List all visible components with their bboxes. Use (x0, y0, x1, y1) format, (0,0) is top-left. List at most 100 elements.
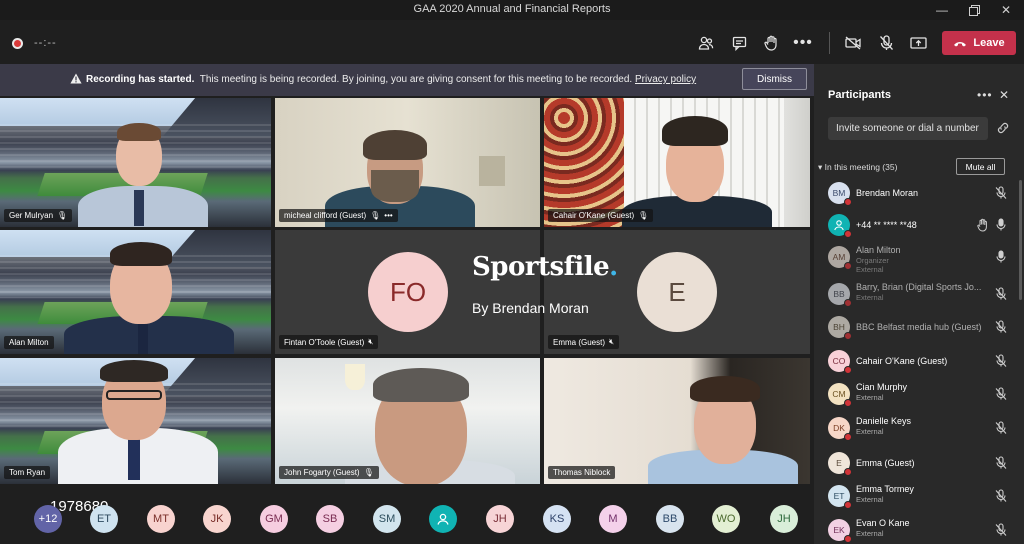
status-badge (844, 399, 852, 407)
participant-row[interactable]: CO Cahair O'Kane (Guest) (814, 350, 1020, 380)
leave-button[interactable]: Leave (942, 31, 1016, 55)
mic-off-icon: 🔇︎ (368, 337, 374, 346)
participant-avatar[interactable]: JH (770, 505, 798, 533)
participant-avatar[interactable]: SM (373, 505, 401, 533)
more-actions-icon[interactable]: ••• (792, 32, 814, 54)
participant-name: Cahair O'Kane (Guest) (856, 356, 948, 366)
tile-name: Emma (Guest) (553, 337, 606, 347)
avatar (828, 214, 852, 238)
status-badge (844, 230, 852, 238)
participant-avatar[interactable] (429, 505, 457, 533)
mute-all-button[interactable]: Mute all (956, 158, 1005, 175)
mic-off-icon[interactable] (994, 489, 1008, 503)
chat-icon[interactable] (728, 32, 750, 54)
participant-row[interactable]: ET Emma Tormey External (814, 484, 1020, 515)
video-tile[interactable]: Cahair O'Kane (Guest) 🎙︎ (544, 98, 810, 227)
participant-row[interactable]: BM Brendan Moran (814, 182, 1020, 212)
mic-off-icon[interactable] (994, 186, 1008, 200)
mic-off-icon[interactable] (994, 523, 1008, 537)
participant-avatar[interactable]: WO (712, 505, 740, 533)
participant-name: Brendan Moran (856, 188, 919, 198)
participant-row[interactable]: BH BBC Belfast media hub (Guest) (814, 316, 1020, 346)
mic-off-icon[interactable] (994, 320, 1008, 334)
minimize-icon[interactable]: — (926, 0, 958, 20)
tile-name: Fintan O'Toole (Guest) (284, 337, 365, 347)
mic-icon[interactable] (994, 218, 1008, 232)
avatar-initials: EK (833, 525, 845, 535)
participant-name: Evan O Kane (856, 518, 910, 528)
status-badge (844, 468, 852, 476)
status-badge (844, 332, 852, 340)
toolbar-divider (829, 32, 830, 54)
participant-avatar[interactable]: GM (260, 505, 288, 533)
participant-row[interactable]: DK Danielle Keys External (814, 416, 1020, 447)
avatar: DK (828, 417, 852, 441)
participant-row[interactable]: CM Cian Murphy External (814, 382, 1020, 413)
close-window-icon[interactable]: ✕ (990, 0, 1022, 20)
avatar: FO (368, 252, 448, 332)
share-invite-icon[interactable] (996, 121, 1010, 135)
mic-off-icon[interactable] (994, 387, 1008, 401)
participant-avatar[interactable]: JH (486, 505, 514, 533)
participant-avatar[interactable]: KS (543, 505, 571, 533)
share-screen-icon[interactable] (907, 32, 929, 54)
video-tile[interactable]: Tom Ryan (0, 358, 271, 484)
participant-avatar[interactable]: JK (203, 505, 231, 533)
video-tile[interactable]: John Fogarty (Guest) 🎙︎ (275, 358, 540, 484)
panel-close-icon[interactable]: ✕ (999, 88, 1009, 102)
more-participants-badge[interactable]: +12 (34, 505, 62, 533)
avatar: BH (828, 316, 852, 340)
participant-avatar[interactable]: ET (90, 505, 118, 533)
panel-more-icon[interactable]: ••• (977, 88, 993, 102)
video-tile[interactable]: E Emma (Guest) 🔇︎ (544, 230, 810, 354)
status-badge (844, 433, 852, 441)
status-badge (844, 501, 852, 509)
participant-role: External (856, 495, 884, 504)
tile-nametag: Thomas Niblock (548, 466, 616, 479)
dismiss-button[interactable]: Dismiss (742, 68, 807, 90)
participant-role: Organizer (856, 256, 889, 265)
video-tile[interactable]: micheal clifford (Guest) 🎙︎ ••• (275, 98, 540, 227)
video-tile[interactable]: Alan Milton (0, 230, 271, 354)
participant-avatar[interactable]: M (599, 505, 627, 533)
invite-input[interactable]: Invite someone or dial a number (828, 117, 988, 140)
mic-off-icon[interactable] (994, 287, 1008, 301)
video-tile[interactable]: FO Fintan O'Toole (Guest) 🔇︎ (275, 230, 540, 354)
participant-row[interactable]: EK Evan O Kane External (814, 518, 1020, 544)
participant-avatar[interactable]: BB (656, 505, 684, 533)
participant-role: External (856, 393, 884, 402)
participant-name: Barry, Brian (Digital Sports Jo... (856, 282, 982, 292)
participant-row[interactable]: AM Alan Milton Organizer External (814, 245, 1020, 276)
teams-meeting-window: GAA 2020 Annual and Financial Reports — … (0, 0, 1024, 544)
participant-row[interactable]: BB Barry, Brian (Digital Sports Jo... Exte… (814, 282, 1020, 313)
status-badge (844, 535, 852, 543)
participant-avatar[interactable]: MT (147, 505, 175, 533)
tile-nametag: micheal clifford (Guest) 🎙︎ ••• (279, 209, 398, 222)
in-meeting-section[interactable]: ▾ In this meeting (35) (818, 162, 897, 173)
panel-scrollbar[interactable] (1019, 180, 1022, 300)
mic-off-icon[interactable] (994, 456, 1008, 470)
avatar-initials: E (836, 458, 842, 468)
mic-off-icon[interactable] (994, 354, 1008, 368)
participant-row[interactable]: E Emma (Guest) (814, 452, 1020, 482)
participants-icon[interactable] (695, 32, 717, 54)
avatar-initials: BH (833, 322, 845, 332)
mic-icon: 🎙︎ (638, 211, 649, 220)
video-tile[interactable]: Thomas Niblock (544, 358, 810, 484)
mic-off-icon[interactable] (875, 32, 897, 54)
raise-hand-icon[interactable] (760, 32, 782, 54)
video-tile[interactable]: Ger Mulryan 🎙︎ (0, 98, 271, 227)
participant-name: Danielle Keys (856, 416, 912, 426)
camera-off-icon[interactable] (842, 32, 864, 54)
maximize-icon[interactable] (958, 0, 990, 20)
privacy-policy-link[interactable]: Privacy policy (635, 74, 696, 85)
mic-off-icon[interactable] (994, 421, 1008, 435)
more-icon[interactable]: ••• (384, 211, 392, 220)
participant-name: BBC Belfast media hub (Guest) (856, 322, 982, 332)
participant-avatar[interactable]: SB (316, 505, 344, 533)
warning-icon (70, 73, 82, 84)
participant-row[interactable]: +44 ** **** **48 (814, 214, 1020, 244)
mic-icon[interactable] (994, 250, 1008, 264)
avatar-initials: CO (832, 356, 846, 366)
tile-nametag: Ger Mulryan 🎙︎ (4, 209, 73, 222)
